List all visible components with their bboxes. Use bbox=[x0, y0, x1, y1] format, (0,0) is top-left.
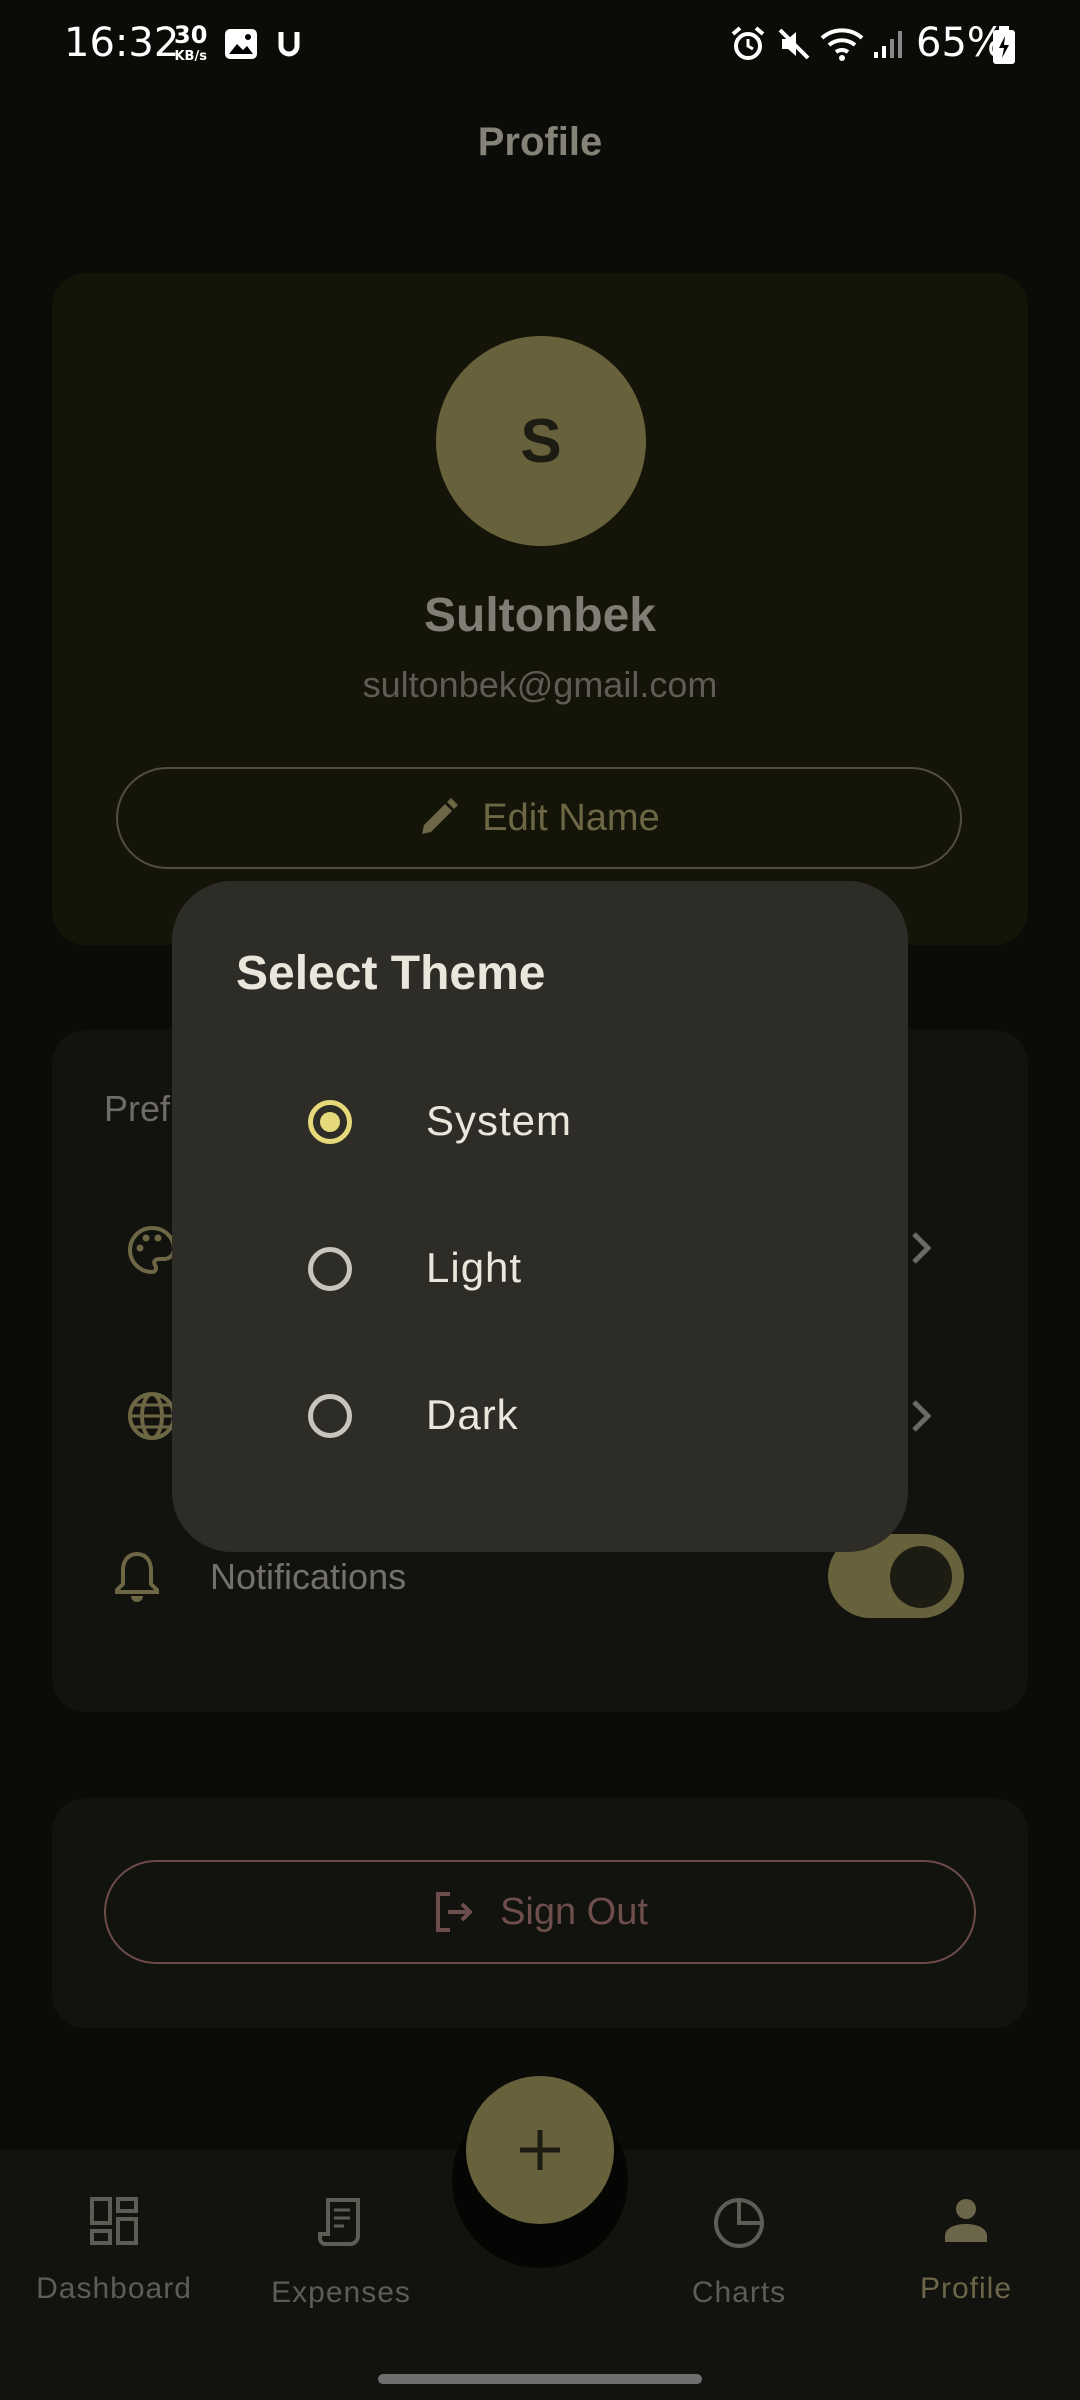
plus-icon bbox=[520, 2130, 560, 2170]
nav-item-expenses[interactable]: Expenses bbox=[241, 2196, 441, 2310]
status-time: 16:32 bbox=[64, 20, 180, 66]
home-indicator[interactable] bbox=[378, 2374, 702, 2384]
battery-charging-icon bbox=[993, 26, 1015, 64]
palette-icon bbox=[128, 1225, 177, 1275]
option-label-light[interactable]: Light bbox=[426, 1244, 522, 1292]
image-icon bbox=[225, 29, 257, 59]
chevron-right-icon bbox=[912, 1232, 932, 1264]
radio-light[interactable] bbox=[308, 1247, 352, 1291]
user-email: sultonbek@gmail.com bbox=[362, 664, 718, 705]
radio-system[interactable] bbox=[308, 1100, 352, 1144]
nav-item-dashboard[interactable]: Dashboard bbox=[14, 2196, 214, 2306]
radio-dark[interactable] bbox=[308, 1394, 352, 1438]
edit-name-label: Edit Name bbox=[482, 796, 660, 839]
person-icon bbox=[945, 2199, 987, 2242]
pencil-icon bbox=[422, 798, 459, 834]
signal-icon bbox=[874, 31, 902, 58]
sign-out-label: Sign Out bbox=[500, 1890, 648, 1933]
bell-icon bbox=[115, 1551, 159, 1602]
nav-item-charts[interactable]: Charts bbox=[639, 2196, 839, 2310]
network-speed: 30 KB/s bbox=[174, 21, 208, 64]
nav-label-dashboard: Dashboard bbox=[36, 2272, 192, 2305]
logout-icon bbox=[436, 1892, 473, 1932]
dashboard-icon bbox=[90, 2197, 138, 2245]
edit-name-button[interactable]: Edit Name bbox=[116, 767, 962, 869]
add-expense-button[interactable] bbox=[466, 2076, 614, 2224]
pie-chart-icon bbox=[714, 2198, 764, 2248]
nav-label-charts: Charts bbox=[691, 2276, 787, 2309]
sign-out-button[interactable]: Sign Out bbox=[104, 1860, 976, 1964]
chevron-right-icon bbox=[912, 1400, 932, 1432]
avatar: S bbox=[436, 336, 646, 546]
notifications-label: Notifications bbox=[210, 1556, 407, 1597]
status-bar: 16:32 30 KB/s 65% bbox=[0, 0, 1080, 90]
user-name: Sultonbek bbox=[423, 589, 656, 642]
nav-label-expenses: Expenses bbox=[271, 2276, 411, 2309]
globe-icon bbox=[128, 1392, 176, 1440]
dialog-title: Select Theme bbox=[236, 947, 546, 1000]
preferences-title: Pref bbox=[104, 1088, 171, 1129]
option-label-system[interactable]: System bbox=[426, 1097, 572, 1145]
receipt-icon bbox=[318, 2198, 360, 2246]
mute-icon bbox=[778, 28, 810, 60]
nav-item-profile[interactable]: Profile bbox=[866, 2196, 1066, 2306]
page-title: Profile bbox=[477, 120, 603, 164]
option-label-dark[interactable]: Dark bbox=[426, 1391, 519, 1439]
nav-label-profile: Profile bbox=[919, 2272, 1013, 2305]
toggle-knob bbox=[890, 1546, 952, 1608]
u-app-icon bbox=[278, 32, 300, 57]
wifi-icon bbox=[820, 28, 864, 61]
alarm-icon bbox=[731, 26, 765, 60]
